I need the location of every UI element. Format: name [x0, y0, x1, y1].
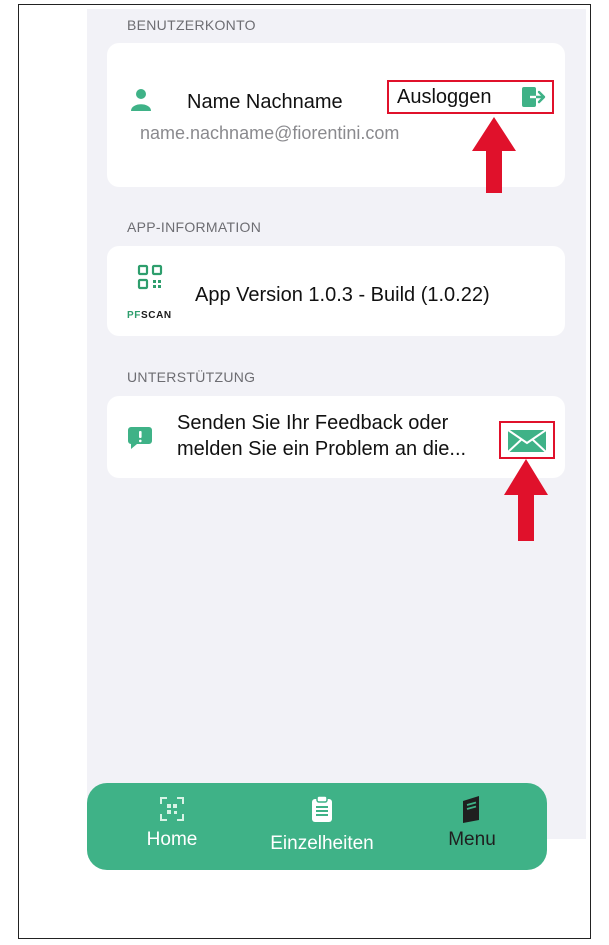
section-header-account: BENUTZERKONTO [127, 17, 256, 33]
person-icon [131, 89, 151, 111]
feedback-text: Senden Sie Ihr Feedback oder melden Sie … [177, 410, 497, 462]
book-icon [463, 796, 479, 823]
qr-code-icon [137, 264, 163, 290]
app-version-text: App Version 1.0.3 - Build (1.0.22) [195, 284, 490, 306]
screenshot-frame: BENUTZERKONTO Name Nachname name.nachnam… [18, 4, 591, 939]
tab-menu-label: Menu [448, 829, 496, 850]
section-header-app-info: APP-INFORMATION [127, 219, 262, 235]
tab-einzelheiten-label: Einzelheiten [270, 833, 374, 854]
menu-screen: BENUTZERKONTO Name Nachname name.nachnam… [87, 9, 586, 839]
support-card[interactable]: Senden Sie Ihr Feedback oder melden Sie … [107, 396, 565, 478]
feedback-bubble-icon [128, 427, 152, 449]
logout-button[interactable]: Ausloggen [387, 80, 554, 114]
tab-einzelheiten[interactable]: Einzelheiten [247, 783, 397, 870]
account-email: name.nachname@fiorentini.com [140, 123, 400, 143]
clipboard-icon [312, 795, 332, 822]
tab-home[interactable]: Home [87, 783, 247, 870]
pfscan-logo-text: PFSCAN [127, 310, 172, 321]
tab-menu[interactable]: Menu [397, 783, 547, 870]
logout-label: Ausloggen [397, 85, 492, 108]
feedback-line-1: Senden Sie Ihr Feedback oder [177, 412, 449, 434]
red-arrow-up-icon [504, 459, 548, 541]
tab-home-label: Home [146, 829, 198, 850]
qr-scan-icon [160, 797, 184, 821]
send-feedback-mail-button[interactable] [499, 421, 555, 459]
section-header-support: UNTERSTÜTZUNG [127, 369, 256, 385]
app-info-card: PFSCAN App Version 1.0.3 - Build (1.0.22… [107, 246, 565, 336]
account-name: Name Nachname [187, 91, 343, 113]
feedback-line-2: melden Sie ein Problem an die... [177, 438, 467, 460]
logout-icon [522, 87, 546, 107]
red-arrow-up-icon [472, 117, 516, 193]
mail-icon [507, 429, 547, 453]
bottom-tab-bar: Home Einzelheiten Menu [87, 783, 547, 870]
